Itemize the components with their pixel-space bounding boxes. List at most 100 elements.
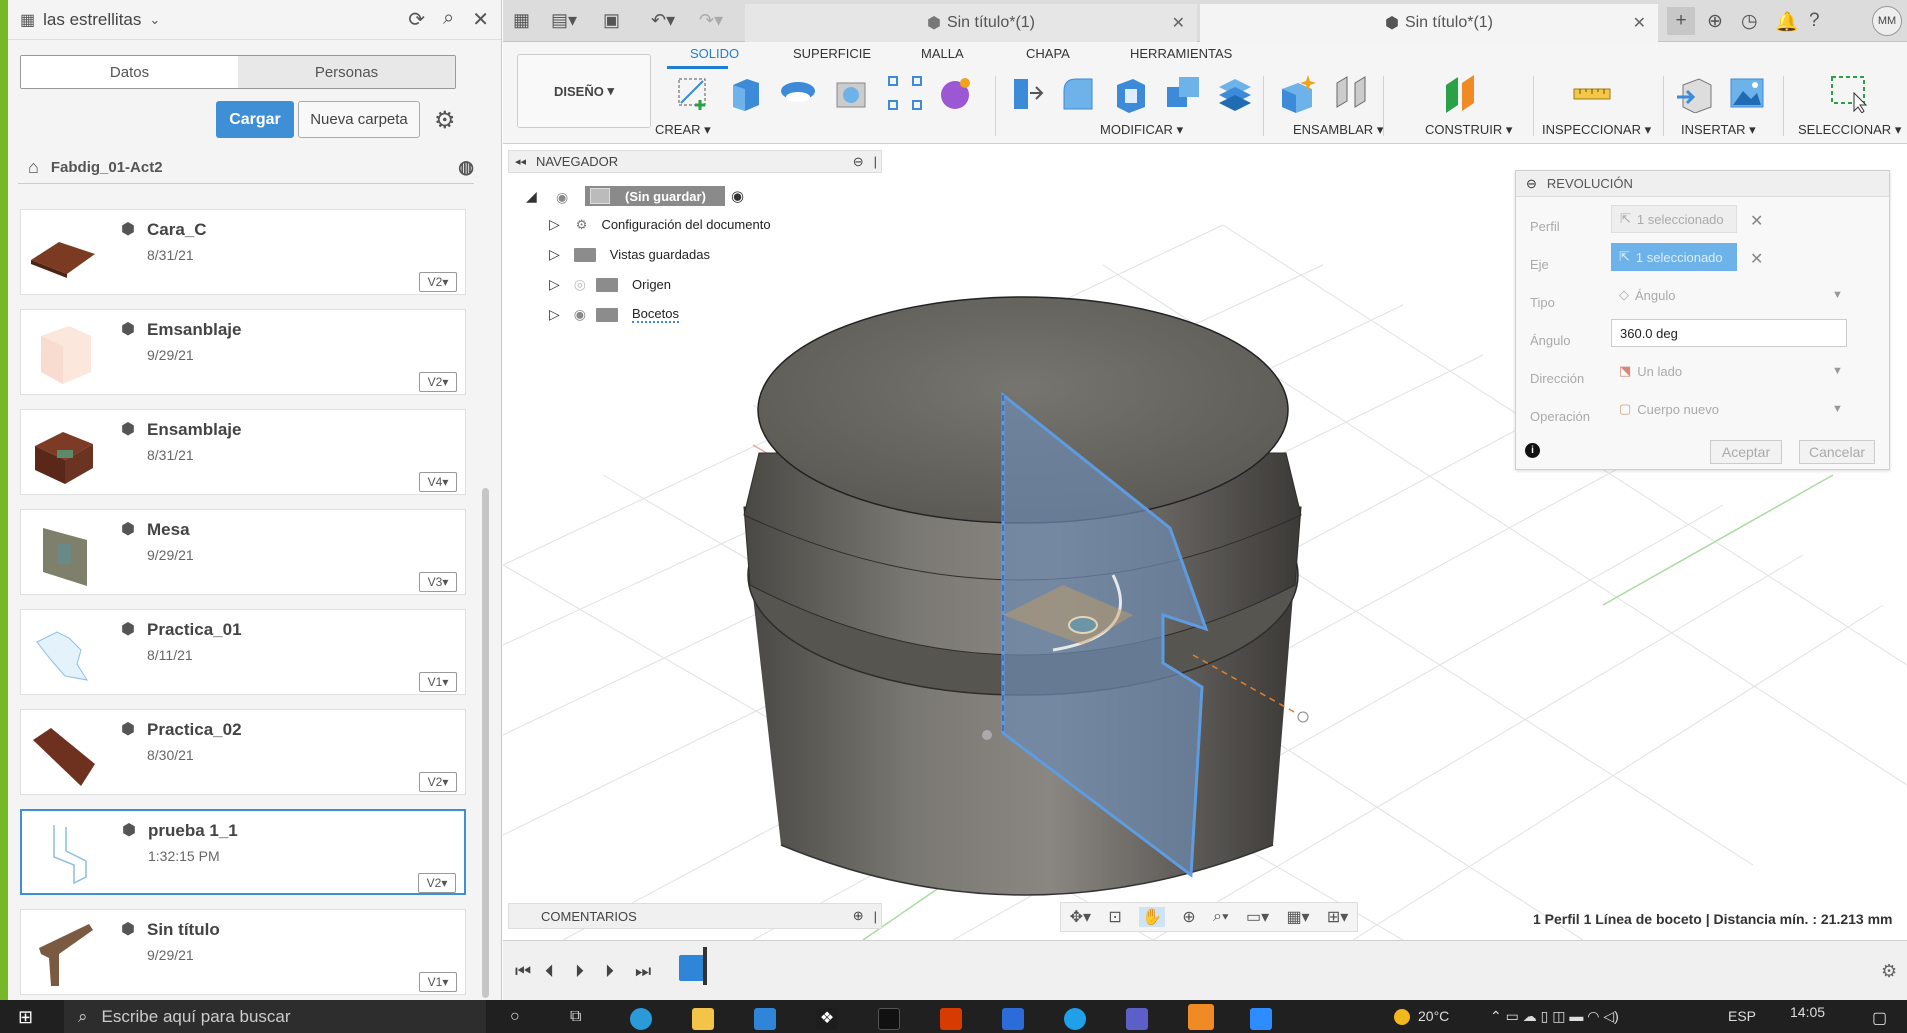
direction-dropdown[interactable]: ⬔ Un lado	[1611, 357, 1841, 385]
cancel-button[interactable]: Cancelar	[1799, 440, 1875, 464]
file-list-scrollbar[interactable]	[482, 488, 489, 998]
tab-solido[interactable]: SOLIDO	[690, 46, 739, 61]
create-sketch-icon[interactable]	[673, 73, 713, 113]
tree-item[interactable]: ▷ ◉ Bocetos	[549, 306, 679, 323]
joint-icon[interactable]	[1331, 73, 1371, 113]
grid-apps-icon[interactable]: ▦	[513, 10, 530, 31]
new-tab-icon[interactable]: +	[1667, 7, 1695, 35]
file-card[interactable]: ⬢ Ensamblaje 8/31/21 V4 ▾	[20, 409, 466, 495]
revolve-icon[interactable]	[778, 73, 818, 113]
taskbar-search[interactable]: ⌕ Escribe aquí para buscar	[64, 1000, 486, 1033]
undo-icon[interactable]: ↶▾	[651, 10, 675, 31]
search-icon[interactable]: ⌕	[443, 7, 454, 32]
grid-settings-icon[interactable]: ▦▾	[1286, 907, 1309, 927]
activate-radio-icon[interactable]: ◉	[731, 187, 744, 205]
skip-to-start-icon[interactable]: ⏮	[515, 961, 531, 982]
fit-icon[interactable]: ⌕▾	[1213, 908, 1229, 926]
version-badge[interactable]: V2 ▾	[419, 772, 457, 792]
plus-circle-icon[interactable]: ⊕	[853, 908, 864, 924]
group-crear[interactable]: CREAR ▾	[655, 122, 711, 138]
file-card-selected[interactable]: ⬢ prueba 1_1 1:32:15 PM V2 ▾	[20, 809, 466, 895]
minus-circle-icon[interactable]: ⊖	[1526, 176, 1537, 192]
notifications-bell-icon[interactable]: 🔔	[1775, 10, 1799, 34]
fusion-360-icon[interactable]	[1188, 1004, 1214, 1030]
eye-icon[interactable]: ◉	[574, 306, 586, 323]
tab-document-active[interactable]: ⬢ Sin título*(1) ✕	[1200, 4, 1658, 42]
measure-icon[interactable]	[1572, 73, 1612, 113]
browser-navigator[interactable]: ◂◂ NAVEGADOR ⊖ |	[508, 150, 882, 173]
chrome-like-icon[interactable]	[1064, 1008, 1086, 1030]
chevron-down-icon[interactable]: ▼	[1832, 289, 1843, 301]
file-card[interactable]: ⬢ Practica_02 8/30/21 V2 ▾	[20, 709, 466, 795]
weather-sun-icon[interactable]	[1394, 1009, 1410, 1025]
file-menu-icon[interactable]: ▤▾	[551, 10, 577, 31]
pan-hand-icon[interactable]: ✋	[1139, 907, 1165, 927]
chevron-down-icon[interactable]: ▼	[1832, 403, 1843, 415]
redo-icon[interactable]: ↷▾	[699, 10, 723, 31]
file-card[interactable]: ⬢ Cara_C 8/31/21 V2 ▾	[20, 209, 466, 295]
timeline-feature-sketch[interactable]	[679, 955, 705, 981]
close-icon[interactable]: ✕	[1172, 13, 1185, 33]
close-icon[interactable]: ✕	[472, 7, 489, 32]
clear-axis-icon[interactable]: ✕	[1750, 249, 1763, 269]
input-language[interactable]: ESP	[1728, 1008, 1756, 1024]
collapse-left-icon[interactable]: ◂◂	[515, 155, 526, 168]
play-icon[interactable]: ⏵	[575, 961, 584, 982]
operation-dropdown[interactable]: ▢ Cuerpo nuevo	[1611, 395, 1841, 423]
file-card[interactable]: ⬢ Emsanblaje 9/29/21 V2 ▾	[20, 309, 466, 395]
task-view-icon[interactable]: ⧉	[570, 1008, 581, 1026]
mail-icon[interactable]	[754, 1008, 776, 1030]
type-dropdown[interactable]: ◇ Ángulo	[1611, 281, 1841, 309]
extensions-icon[interactable]: ⊕	[1707, 10, 1723, 33]
tab-malla[interactable]: MALLA	[921, 46, 964, 61]
group-inspeccionar[interactable]: INSPECCIONAR ▾	[1542, 122, 1651, 138]
avatar[interactable]: MM	[1872, 6, 1902, 36]
chevron-down-icon[interactable]: ▼	[1832, 365, 1843, 377]
press-pull-icon[interactable]	[1006, 73, 1046, 113]
shell-icon[interactable]	[1111, 73, 1151, 113]
refresh-icon[interactable]: ⟳	[408, 7, 425, 32]
cortana-icon[interactable]: ○	[510, 1008, 520, 1026]
new-folder-button[interactable]: Nueva carpeta	[298, 101, 420, 138]
file-explorer-icon[interactable]	[692, 1008, 714, 1030]
expand-triangle-icon[interactable]: ▷	[549, 276, 560, 293]
zoom-app-icon[interactable]	[1250, 1008, 1272, 1030]
version-badge[interactable]: V1 ▾	[419, 972, 457, 992]
file-card[interactable]: ⬢ Sin título 9/29/21 V1 ▾	[20, 909, 466, 995]
version-badge[interactable]: V2 ▾	[418, 873, 456, 893]
select-window-icon[interactable]	[1828, 73, 1868, 113]
version-badge[interactable]: V3 ▾	[419, 572, 457, 592]
save-icon[interactable]: ▣	[603, 10, 620, 31]
combine-icon[interactable]	[1163, 73, 1203, 113]
breadcrumb-folder[interactable]: Fabdig_01-Act2	[51, 159, 163, 176]
version-badge[interactable]: V4 ▾	[419, 472, 457, 492]
insert-derive-icon[interactable]	[1675, 73, 1715, 113]
version-badge[interactable]: V2 ▾	[419, 372, 457, 392]
offset-plane-icon[interactable]	[1440, 73, 1480, 113]
tab-personas[interactable]: Personas	[238, 56, 455, 88]
angle-input[interactable]: 360.0 deg	[1611, 319, 1847, 347]
notification-center-icon[interactable]: ▢	[1872, 1008, 1887, 1028]
upload-button[interactable]: Cargar	[216, 101, 294, 138]
group-ensamblar[interactable]: ENSAMBLAR ▾	[1293, 122, 1383, 138]
minus-circle-icon[interactable]: ⊖	[853, 154, 864, 170]
group-insertar[interactable]: INSERTAR ▾	[1681, 122, 1756, 138]
globe-icon[interactable]: ◍	[458, 157, 474, 178]
viewports-icon[interactable]: ⊞▾	[1327, 907, 1348, 927]
collapse-triangle-icon[interactable]: ◢	[526, 188, 537, 205]
group-seleccionar[interactable]: SELECCIONAR ▾	[1798, 122, 1901, 138]
tab-superficie[interactable]: SUPERFICIE	[793, 46, 871, 61]
office-icon[interactable]	[940, 1008, 962, 1030]
zoom-icon[interactable]: ⊕	[1182, 907, 1195, 927]
tab-chapa[interactable]: CHAPA	[1026, 46, 1070, 61]
weather-temperature[interactable]: 20°C	[1418, 1008, 1449, 1024]
distance-handle[interactable]	[1297, 711, 1309, 723]
group-construir[interactable]: CONSTRUIR ▾	[1425, 122, 1512, 138]
skip-to-end-icon[interactable]: ⏭	[635, 961, 651, 982]
orbit-icon[interactable]: ✥▾	[1070, 907, 1091, 927]
display-settings-icon[interactable]: ▭▾	[1246, 907, 1269, 927]
comments-panel[interactable]: COMENTARIOS ⊕ |	[508, 903, 882, 929]
workspace-switcher[interactable]: DISEÑO ▾	[517, 54, 651, 128]
clock[interactable]: 14:05	[1790, 1004, 1825, 1020]
fillet-icon[interactable]	[1058, 73, 1098, 113]
